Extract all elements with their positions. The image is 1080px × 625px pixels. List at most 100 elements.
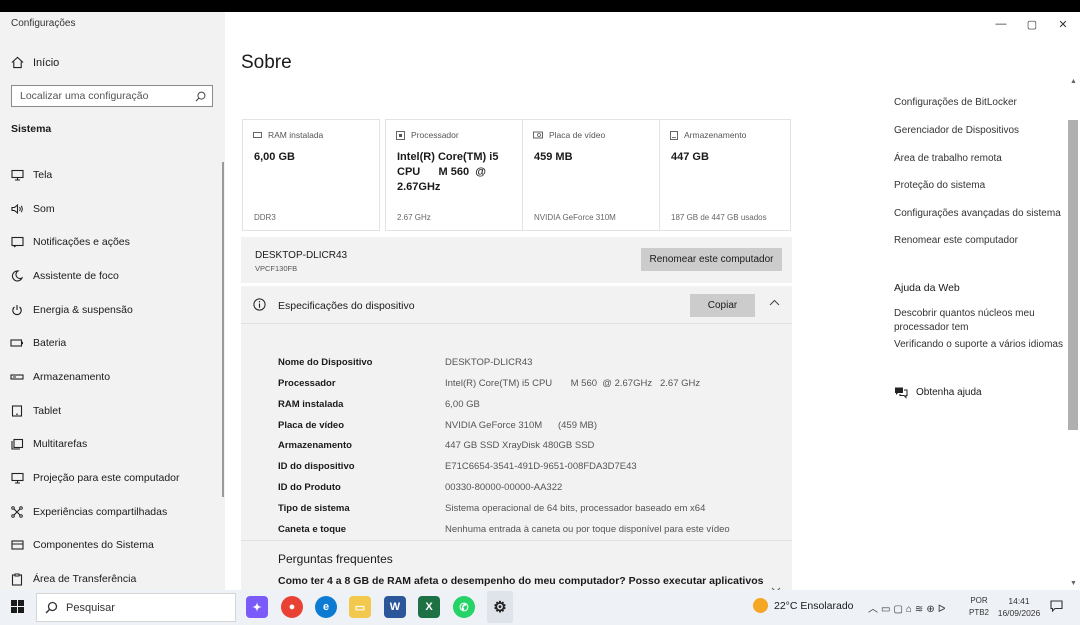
processor-icon bbox=[396, 130, 405, 140]
sidebar-item-label: Armazenamento bbox=[33, 370, 111, 383]
system-tray-icons[interactable]: ︿▭▢⌂≋⊕ᐅ bbox=[868, 600, 948, 615]
sidebar-item-area-transferencia[interactable]: Área de Transferência bbox=[0, 562, 222, 590]
sun-icon bbox=[753, 598, 768, 613]
spec-row: ID do dispositivo E71C6654-3541-491D-9651… bbox=[278, 461, 637, 472]
notification-center-icon[interactable] bbox=[1050, 600, 1063, 612]
sidebar-item-experiencias[interactable]: Experiências compartilhadas bbox=[0, 495, 222, 529]
link-remote-desktop[interactable]: Área de trabalho remota bbox=[894, 153, 1002, 164]
scroll-down-arrow[interactable]: ▼ bbox=[1070, 580, 1077, 587]
settings-gear-icon[interactable]: ⚙ bbox=[489, 596, 511, 618]
battery-icon bbox=[10, 336, 24, 350]
sidebar-item-multitarefas[interactable]: Multitarefas bbox=[0, 428, 222, 462]
sidebar-item-energia[interactable]: Energia & suspensão bbox=[0, 293, 222, 327]
settings-search-input[interactable]: Localizar uma configuração bbox=[11, 85, 213, 107]
word-icon[interactable]: W bbox=[384, 596, 406, 618]
sidebar-item-notificacoes[interactable]: Notificações e ações bbox=[0, 225, 222, 259]
spec-row: Armazenamento 447 GB SSD XrayDisk 480GB S… bbox=[278, 440, 594, 451]
device-model: VPCF130FB bbox=[255, 264, 298, 273]
sidebar-item-componentes[interactable]: Componentes do Sistema bbox=[0, 529, 222, 563]
sidebar-section-title: Sistema bbox=[11, 123, 52, 135]
chevron-up-icon[interactable] bbox=[769, 299, 780, 306]
spec-key: Placa de vídeo bbox=[278, 420, 345, 431]
storage-card: Armazenamento 447 GB 187 GB de 447 GB us… bbox=[659, 119, 791, 231]
copy-button[interactable]: Copiar bbox=[690, 294, 755, 317]
link-processor-cores[interactable]: Descobrir quantos núcleos meu processado… bbox=[894, 307, 1035, 334]
edge-icon[interactable]: e bbox=[315, 596, 337, 618]
spec-value: 00330-80000-00000-AA322 bbox=[445, 482, 563, 493]
get-help-link[interactable]: Obtenha ajuda bbox=[894, 386, 982, 399]
spec-value: 447 GB SSD XrayDisk 480GB SSD bbox=[445, 440, 595, 451]
spec-key: Nome do Dispositivo bbox=[278, 357, 373, 368]
get-help-label: Obtenha ajuda bbox=[916, 387, 982, 398]
sidebar-item-tela[interactable]: Tela bbox=[0, 158, 222, 192]
spec-key: RAM instalada bbox=[278, 399, 344, 410]
taskbar: Pesquisar ✦ ● e ▭ W X ✆ ⚙ 22°C Ensolarad… bbox=[0, 590, 1080, 625]
spec-row: ID do Produto 00330-80000-00000-AA322 bbox=[278, 482, 562, 493]
sidebar-item-label: Notificações e ações bbox=[33, 236, 130, 249]
link-rename-computer[interactable]: Renomear este computador bbox=[894, 235, 1018, 246]
keyboard-layout: PTB2 bbox=[969, 608, 990, 617]
card-label: RAM instalada bbox=[268, 130, 324, 140]
spec-key: Processador bbox=[278, 378, 336, 389]
clock[interactable]: 14:41 16/09/2026 bbox=[996, 595, 1042, 619]
sidebar-scrollbar[interactable] bbox=[222, 162, 224, 497]
web-help-title: Ajuda da Web bbox=[894, 282, 960, 294]
spec-row: Processador Intel(R) Core(TM) i5 CPU M 56… bbox=[278, 378, 700, 389]
app-title: Configurações bbox=[11, 18, 76, 29]
sidebar-item-som[interactable]: Som bbox=[0, 192, 222, 226]
search-icon bbox=[195, 91, 206, 101]
maximize-button[interactable]: ▢ bbox=[1025, 18, 1039, 31]
sidebar-home[interactable]: Início bbox=[11, 56, 59, 69]
whatsapp-icon[interactable]: ✆ bbox=[453, 596, 475, 618]
rename-computer-button[interactable]: Renomear este computador bbox=[641, 248, 782, 271]
link-system-protection[interactable]: Proteção do sistema bbox=[894, 180, 985, 191]
moon-icon bbox=[10, 269, 24, 283]
sidebar-item-armazenamento[interactable]: Armazenamento bbox=[0, 360, 222, 394]
specs-header[interactable]: Especificações do dispositivo Copiar bbox=[241, 286, 792, 324]
card-sub: NVIDIA GeForce 310M bbox=[534, 213, 616, 222]
spec-value: Nenhuma entrada à caneta ou por toque di… bbox=[445, 524, 730, 535]
faq-question[interactable]: Como ter 4 a 8 GB de RAM afeta o desempe… bbox=[278, 575, 768, 587]
spec-value: NVIDIA GeForce 310M (459 MB) bbox=[445, 420, 598, 431]
language-code: POR bbox=[970, 596, 988, 605]
sidebar-item-bateria[interactable]: Bateria bbox=[0, 326, 222, 360]
sidebar: Configurações Início Localizar uma confi… bbox=[0, 12, 225, 590]
link-advanced-settings[interactable]: Configurações avançadas do sistema bbox=[894, 208, 1061, 219]
spec-key: Armazenamento bbox=[278, 440, 352, 451]
main-scrollbar[interactable] bbox=[1068, 120, 1078, 430]
language-indicator[interactable]: POR PTB2 bbox=[969, 595, 989, 619]
chrome-icon[interactable]: ● bbox=[281, 596, 303, 618]
clipboard-icon bbox=[10, 572, 24, 586]
card-label: Armazenamento bbox=[684, 130, 747, 140]
minimize-button[interactable]: — bbox=[994, 18, 1008, 30]
taskbar-search[interactable]: Pesquisar bbox=[36, 593, 236, 622]
spec-value: E71C6654-3541-491D-9651-008FDA3D7E43 bbox=[445, 461, 637, 472]
spec-key: Tipo de sistema bbox=[278, 503, 350, 514]
windows-start-icon[interactable] bbox=[11, 600, 24, 613]
link-device-manager[interactable]: Gerenciador de Dispositivos bbox=[894, 125, 1019, 136]
sidebar-item-label: Som bbox=[33, 202, 55, 215]
sidebar-item-assistente-foco[interactable]: Assistente de foco bbox=[0, 259, 222, 293]
settings-window: Configurações Início Localizar uma confi… bbox=[0, 12, 1080, 590]
copilot-icon[interactable]: ✦ bbox=[246, 596, 268, 618]
sidebar-item-label: Componentes do Sistema bbox=[33, 539, 154, 552]
sidebar-item-projecao[interactable]: Projeção para este computador bbox=[0, 461, 222, 495]
faq-panel: Perguntas frequentes Como ter 4 a 8 GB d… bbox=[241, 540, 792, 590]
spec-key: Caneta e toque bbox=[278, 524, 347, 535]
link-language-support[interactable]: Verificando o suporte a vários idiomas bbox=[894, 339, 1063, 350]
info-icon bbox=[253, 298, 266, 311]
link-bitlocker[interactable]: Configurações de BitLocker bbox=[894, 97, 1017, 108]
sidebar-item-label: Experiências compartilhadas bbox=[33, 505, 168, 518]
file-explorer-icon[interactable]: ▭ bbox=[349, 596, 371, 618]
projection-icon bbox=[10, 471, 24, 485]
excel-icon[interactable]: X bbox=[418, 596, 440, 618]
sidebar-item-tablet[interactable]: Tablet bbox=[0, 394, 222, 428]
specs-title: Especificações do dispositivo bbox=[278, 300, 415, 312]
taskbar-search-label: Pesquisar bbox=[66, 601, 115, 614]
card-label: Placa de vídeo bbox=[549, 130, 606, 140]
card-value: 459 MB bbox=[534, 151, 573, 163]
close-button[interactable]: ✕ bbox=[1056, 18, 1070, 31]
sidebar-item-label: Bateria bbox=[33, 337, 67, 350]
scroll-up-arrow[interactable]: ▲ bbox=[1070, 78, 1077, 85]
weather-widget[interactable]: 22°C Ensolarado bbox=[753, 598, 854, 613]
